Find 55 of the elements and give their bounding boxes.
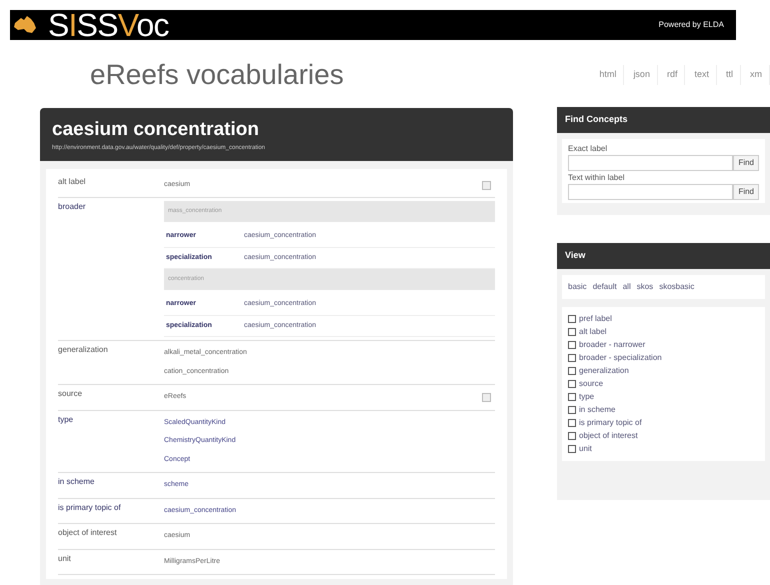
view-link[interactable]: skos: [636, 280, 654, 292]
field-label: Text within label: [568, 172, 626, 184]
property-name: object of interest: [58, 527, 118, 540]
checkbox[interactable]: [568, 340, 576, 348]
checkbox[interactable]: [568, 406, 576, 414]
format-link[interactable]: rdf: [660, 65, 686, 85]
view-link[interactable]: default: [592, 280, 617, 292]
format-link[interactable]: text: [687, 65, 717, 85]
checkbox-label: generalization: [579, 364, 629, 376]
property-name: unit: [58, 552, 72, 565]
property-name: broader: [58, 201, 87, 214]
view-link[interactable]: basic: [568, 280, 587, 292]
powered-by-text: Powered by ELDA: [658, 19, 724, 31]
format-link[interactable]: xm: [743, 65, 770, 85]
format-link[interactable]: html: [592, 65, 624, 85]
property-name: alt label: [58, 176, 87, 188]
checkbox[interactable]: [568, 366, 576, 374]
checkbox-label: alt label: [579, 326, 607, 338]
view-link[interactable]: skosbasic: [659, 280, 694, 292]
view-link[interactable]: all: [622, 280, 631, 292]
checkbox[interactable]: [568, 314, 576, 322]
panel-title: Find Concepts: [557, 107, 770, 132]
checkbox-label: in scheme: [579, 404, 616, 416]
logo-text: SISSVoc: [48, 9, 169, 41]
search-field[interactable]: [568, 184, 734, 200]
checkbox[interactable]: [568, 380, 576, 388]
format-link[interactable]: ttl: [718, 65, 741, 85]
checkbox-label: unit: [579, 442, 592, 454]
field-label: Exact label: [568, 142, 608, 154]
checkbox[interactable]: [568, 444, 576, 452]
checkbox-label: broader - narrower: [579, 338, 646, 350]
checkbox-label: broader - specialization: [579, 352, 662, 364]
find-button[interactable]: Find: [733, 154, 759, 170]
find-button[interactable]: Find: [733, 184, 759, 200]
property-name: source: [58, 388, 84, 400]
checkbox[interactable]: [568, 392, 576, 400]
panel-title: View: [557, 243, 770, 268]
checkbox[interactable]: [568, 418, 576, 426]
format-link[interactable]: json: [626, 65, 658, 85]
checkbox-label: type: [579, 390, 594, 402]
concept-title: caesium concentration: [52, 118, 260, 142]
search-field[interactable]: [568, 154, 734, 170]
page-title: eReefs vocabularies: [90, 58, 344, 92]
property-name: generalization: [58, 344, 109, 356]
checkbox[interactable]: [568, 328, 576, 336]
checkbox[interactable]: [568, 354, 576, 362]
checkbox-label: pref label: [579, 312, 612, 324]
property-name: type: [58, 414, 74, 426]
property-name: in scheme: [58, 476, 96, 488]
checkbox-label: source: [579, 378, 604, 390]
checkbox-label: object of interest: [579, 430, 638, 442]
checkbox[interactable]: [568, 432, 576, 440]
australia-map-icon: [12, 14, 38, 36]
checkbox-label: is primary topic of: [579, 416, 642, 428]
property-name: is primary topic of: [58, 502, 122, 514]
